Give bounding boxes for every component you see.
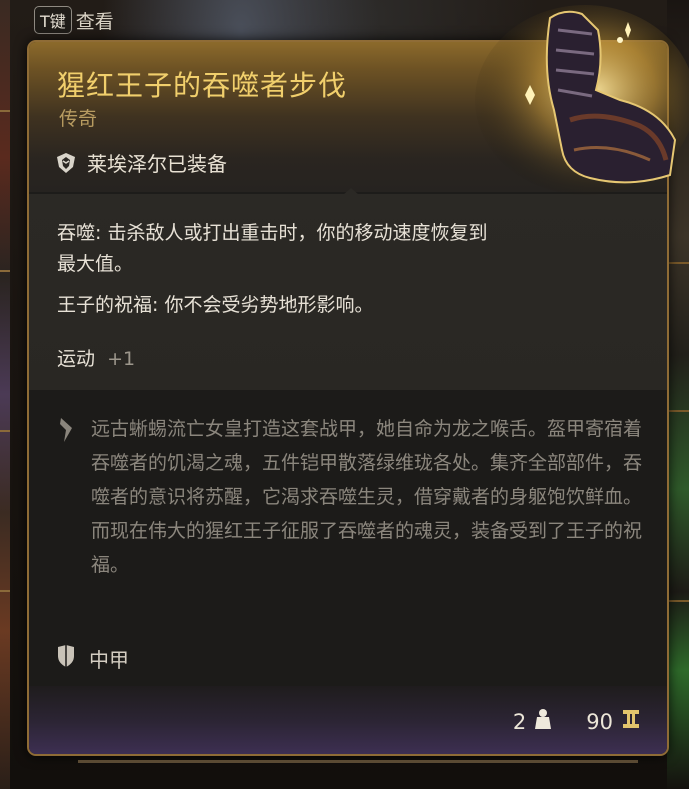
lore-text: 远古蜥蜴流亡女皇打造这套战甲，她自命为龙之喉舌。盔甲寄宿着吞噬者的饥渴之魂，五件… bbox=[91, 418, 643, 576]
bottom-frame-rule bbox=[78, 760, 638, 763]
effect-prince-blessing: 王子的祝福: 你不会受劣势地形影响。 bbox=[57, 294, 374, 316]
lore-section: 远古蜥蜴流亡女皇打造这套战甲，她自命为龙之喉舌。盔甲寄宿着吞噬者的饥渴之魂，五件… bbox=[29, 390, 667, 690]
tooltip-footer: 2 90 bbox=[29, 686, 667, 754]
gold-value: 90 bbox=[586, 709, 613, 734]
armor-type-row: 中甲 bbox=[57, 644, 129, 673]
athletics-bonus: 运动 +1 bbox=[57, 344, 135, 371]
weight-value: 2 bbox=[512, 709, 527, 734]
boot-armor-icon bbox=[470, 0, 689, 200]
item-name: 猩红王子的吞噬者步伐 bbox=[57, 69, 348, 102]
armor-type-label: 中甲 bbox=[89, 648, 129, 672]
examine-label: 查看 bbox=[75, 10, 114, 33]
effects-section: 吞噬: 击杀敌人或打出重击时，你的移动速度恢复到最大值。 王子的祝福: 你不会受… bbox=[29, 194, 667, 390]
stat-label: 运动 bbox=[57, 348, 96, 370]
left-inventory-strip bbox=[0, 0, 10, 789]
stat-bonus: +1 bbox=[107, 348, 136, 370]
quill-icon bbox=[57, 416, 77, 448]
examine-hint[interactable]: T键 查看 bbox=[34, 4, 114, 36]
weight-icon bbox=[534, 708, 552, 735]
weight-value-stats: 2 90 bbox=[513, 708, 641, 735]
equipped-indicator: 莱埃泽尔已装备 bbox=[55, 148, 227, 177]
effect-devour: 吞噬: 击杀敌人或打出重击时，你的移动速度恢复到最大值。 bbox=[57, 222, 488, 275]
t-key-chip: T键 bbox=[34, 6, 72, 34]
effects-list: 吞噬: 击杀敌人或打出重击时，你的移动速度恢复到最大值。 王子的祝福: 你不会受… bbox=[57, 218, 497, 331]
shield-icon bbox=[57, 645, 75, 672]
equipped-by-label: 莱埃泽尔已装备 bbox=[87, 152, 227, 176]
character-portrait-icon bbox=[55, 152, 77, 174]
gold-coin-icon bbox=[621, 708, 641, 735]
item-rarity: 传奇 bbox=[59, 108, 98, 130]
